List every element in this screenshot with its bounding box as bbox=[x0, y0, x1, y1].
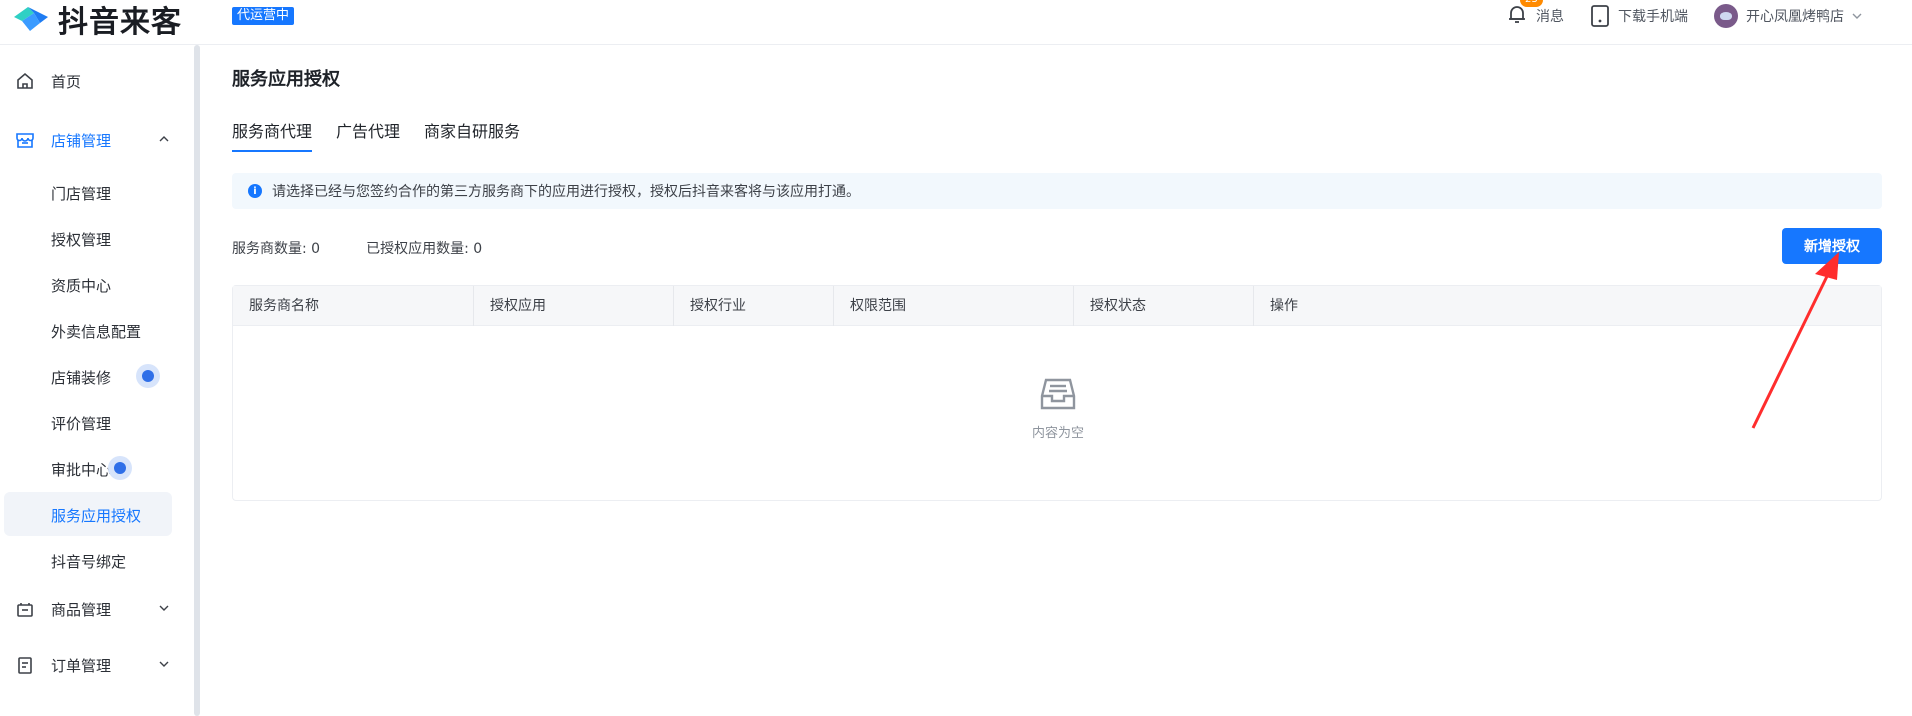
sidebar-item-label: 外卖信息配置 bbox=[51, 323, 142, 341]
stats-row: 服务商数量: 0 已授权应用数量: 0 bbox=[232, 238, 528, 258]
messages-badge: 23 bbox=[1520, 0, 1543, 7]
annotation-arrow bbox=[1751, 252, 1839, 429]
sidebar-item-label: 店铺管理 bbox=[51, 131, 112, 150]
messages-button[interactable]: 23 消息 bbox=[1506, 0, 1564, 29]
info-notice: i 请选择已经与您签约合作的第三方服务商下的应用进行授权，授权后抖音来客将与该应… bbox=[232, 173, 1882, 209]
authorization-table: 服务商名称 授权应用 授权行业 权限范围 授权状态 操作 内容为空 bbox=[232, 285, 1882, 501]
sidebar-item-label: 评价管理 bbox=[51, 415, 112, 433]
logo[interactable]: 抖音来客 bbox=[10, 0, 182, 40]
chevron-down-icon bbox=[159, 605, 169, 611]
sidebar-item-approval[interactable]: 审批中心 bbox=[0, 446, 172, 490]
sidebar-item-label: 服务应用授权 bbox=[51, 507, 142, 525]
column-header: 授权行业 bbox=[673, 286, 833, 326]
logo-text: 抖音来客 bbox=[58, 5, 182, 40]
sidebar-item-store-decoration[interactable]: 店铺装修 bbox=[0, 354, 172, 398]
tab-ad-agency[interactable]: 广告代理 bbox=[336, 118, 400, 152]
page-title: 服务应用授权 bbox=[232, 69, 340, 90]
sidebar-item-qualification[interactable]: 资质中心 bbox=[0, 262, 172, 306]
bell-wrapper: 23 bbox=[1506, 0, 1543, 29]
sidebar-item-label: 授权管理 bbox=[51, 231, 112, 249]
proxy-status-badge: 代运营中 bbox=[232, 7, 295, 25]
inbox-empty-icon bbox=[1040, 378, 1076, 410]
store-icon bbox=[16, 133, 34, 148]
chevron-down-icon bbox=[1852, 13, 1862, 19]
tab-service-provider[interactable]: 服务商代理 bbox=[232, 118, 313, 152]
sidebar-item-douyin-binding[interactable]: 抖音号绑定 bbox=[0, 538, 172, 582]
header-actions: 23 消息 下载手机端 开心凤凰烤鸭店 bbox=[1480, 0, 1872, 32]
empty-state: 内容为空 bbox=[1003, 374, 1113, 441]
new-dot-indicator bbox=[136, 364, 160, 388]
home-icon bbox=[17, 72, 33, 89]
sidebar-item-store-list[interactable]: 门店管理 bbox=[0, 170, 172, 214]
product-icon bbox=[17, 603, 33, 617]
sidebar-item-service-app-auth[interactable]: 服务应用授权 bbox=[4, 492, 172, 536]
store-name: 开心凤凰烤鸭店 bbox=[1746, 9, 1844, 25]
sidebar-item-label: 资质中心 bbox=[51, 277, 112, 295]
sidebar-item-store-management[interactable]: 店铺管理 bbox=[0, 118, 190, 162]
column-header: 授权状态 bbox=[1073, 286, 1253, 326]
chevron-up-icon bbox=[159, 136, 169, 142]
sidebar-item-reviews[interactable]: 评价管理 bbox=[0, 400, 172, 444]
chevron-down-icon bbox=[159, 661, 169, 667]
top-bar: 抖音来客 代运营中 23 消息 下载手机端 开心凤凰烤鸭店 bbox=[0, 0, 1912, 45]
order-icon bbox=[18, 657, 32, 674]
sidebar-item-label: 订单管理 bbox=[51, 656, 112, 675]
column-header: 权限范围 bbox=[833, 286, 1073, 326]
sidebar-item-label: 抖音号绑定 bbox=[51, 553, 127, 571]
avatar bbox=[1714, 4, 1738, 28]
empty-state-text: 内容为空 bbox=[1031, 426, 1084, 441]
sidebar-item-product-management[interactable]: 商品管理 bbox=[0, 587, 190, 631]
table-header: 服务商名称 授权应用 授权行业 权限范围 授权状态 操作 bbox=[233, 286, 1881, 326]
sidebar-item-label: 首页 bbox=[51, 72, 82, 91]
sidebar-item-delivery-config[interactable]: 外卖信息配置 bbox=[0, 308, 172, 352]
tab-merchant-self-built[interactable]: 商家自研服务 bbox=[424, 118, 520, 152]
new-dot-indicator bbox=[108, 456, 132, 480]
logo-mark-icon bbox=[14, 7, 48, 31]
sidebar-item-authorization[interactable]: 授权管理 bbox=[0, 216, 172, 260]
sidebar-item-order-management[interactable]: 订单管理 bbox=[0, 643, 190, 687]
column-header: 服务商名称 bbox=[249, 298, 319, 314]
sidebar-scrollbar[interactable] bbox=[194, 45, 200, 716]
sidebar-item-label: 商品管理 bbox=[51, 600, 112, 619]
provider-count: 服务商数量: 0 bbox=[232, 241, 321, 257]
main-content: 服务应用授权 服务商代理 广告代理 商家自研服务 i 请选择已经与您签约合作的第… bbox=[202, 45, 1912, 716]
column-header: 授权应用 bbox=[473, 286, 673, 326]
messages-label: 消息 bbox=[1536, 9, 1564, 25]
sidebar-item-label: 店铺装修 bbox=[51, 369, 112, 387]
download-label: 下载手机端 bbox=[1618, 9, 1688, 25]
tab-bar: 服务商代理 广告代理 商家自研服务 bbox=[232, 118, 544, 152]
phone-icon bbox=[1591, 5, 1609, 27]
authorized-app-count: 已授权应用数量: 0 bbox=[366, 241, 483, 257]
sidebar-item-label: 门店管理 bbox=[51, 185, 112, 203]
download-app-button[interactable]: 下载手机端 bbox=[1590, 5, 1688, 27]
sidebar: 首页 店铺管理 门店管理 授权管理 资质中心 外卖信息配置 店铺装修 评价管理 … bbox=[0, 45, 200, 716]
info-icon: i bbox=[248, 184, 262, 198]
sidebar-item-home[interactable]: 首页 bbox=[0, 59, 190, 103]
notice-text: 请选择已经与您签约合作的第三方服务商下的应用进行授权，授权后抖音来客将与该应用打… bbox=[272, 184, 860, 200]
sidebar-item-label: 审批中心 bbox=[51, 461, 112, 479]
account-menu[interactable]: 开心凤凰烤鸭店 bbox=[1714, 4, 1872, 28]
